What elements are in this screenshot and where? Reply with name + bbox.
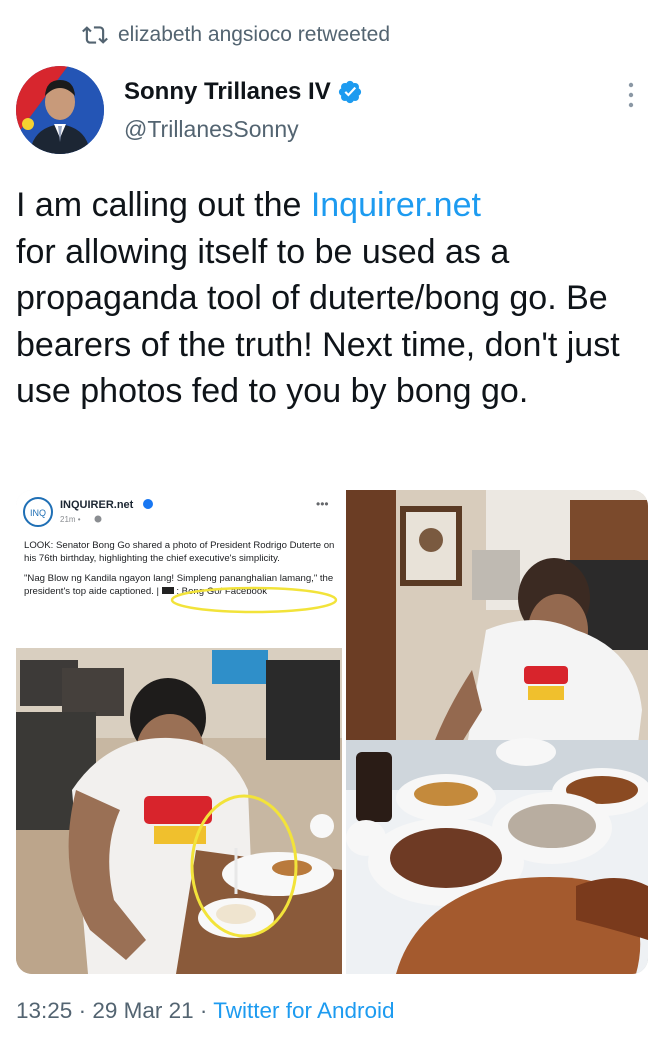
tweet-media[interactable]: INQ INQUIRER.net 21m • ••• LOOK: Senator… — [16, 490, 648, 974]
inquirer-logo: INQ — [30, 508, 46, 518]
avatar-image — [16, 66, 104, 154]
author-display-name: Sonny Trillanes IV — [124, 78, 331, 105]
retweet-label: elizabeth angsioco retweeted — [118, 23, 391, 46]
tweet-source-link[interactable]: Twitter for Android — [213, 998, 394, 1023]
tweet-date[interactable]: 29 Mar 21 — [92, 998, 193, 1023]
author-display-name-row: Sonny Trillanes IV — [124, 78, 363, 106]
avatar[interactable] — [16, 66, 104, 154]
embedded-account-name: INQUIRER.net — [60, 499, 134, 511]
author-handle: @TrillanesSonny — [124, 116, 299, 142]
tweet-text-start: I am calling out the — [16, 186, 311, 224]
more-options-icon[interactable] — [625, 80, 637, 110]
retweet-icon — [82, 26, 108, 44]
embedded-caption-1: LOOK: Senator Bong Go shared a photo of … — [24, 540, 335, 564]
globe-icon — [94, 515, 102, 523]
tweet-text-rest: for allowing itself to be used as a prop… — [16, 232, 620, 411]
tweet-header: Sonny Trillanes IV @TrillanesSonny — [16, 66, 645, 156]
timestamp-separator: · — [72, 998, 93, 1023]
retweet-context[interactable]: elizabeth angsioco retweeted — [82, 20, 390, 50]
media-image: INQ INQUIRER.net 21m • ••• LOOK: Senator… — [16, 490, 648, 974]
timestamp-separator: · — [193, 998, 214, 1023]
camera-icon — [161, 587, 174, 595]
tweet-text: I am calling out the Inquirer.net for al… — [16, 182, 646, 415]
author-names[interactable]: Sonny Trillanes IV @TrillanesSonny — [124, 78, 363, 143]
tweet-timestamp: 13:25 · 29 Mar 21 · Twitter for Android — [16, 998, 395, 1024]
svg-text:•••: ••• — [316, 497, 329, 511]
tweet-time[interactable]: 13:25 — [16, 998, 72, 1023]
verified-badge-icon — [338, 80, 361, 104]
embedded-meta: 21m • — [60, 515, 81, 524]
tweet-link[interactable]: Inquirer.net — [311, 186, 481, 224]
